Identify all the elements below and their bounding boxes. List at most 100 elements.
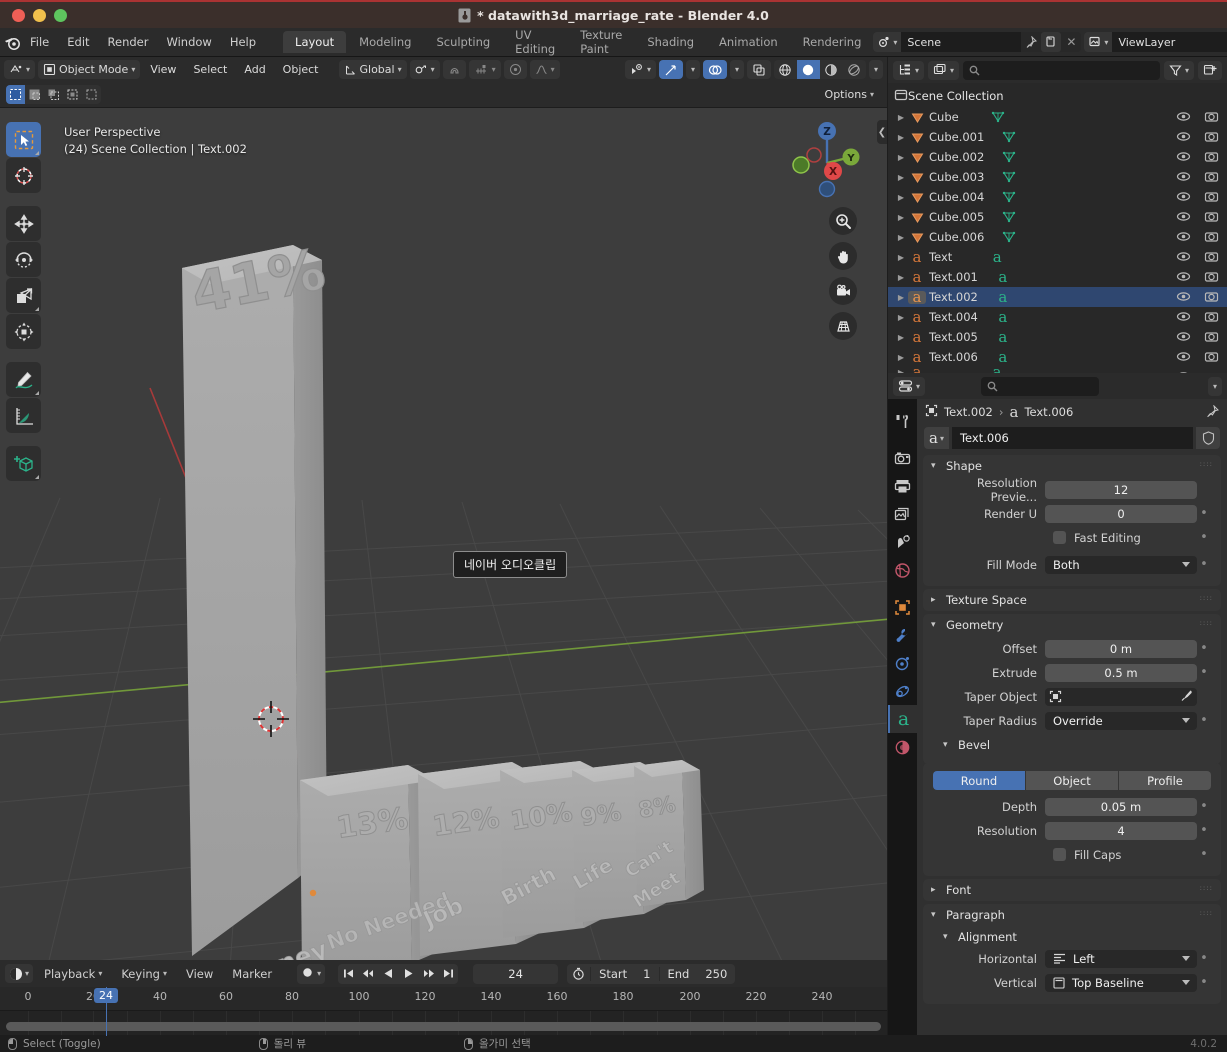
current-frame-field[interactable]: 24	[473, 963, 559, 984]
disable-in-render-icon[interactable]	[1204, 169, 1219, 187]
timeline-menu-view[interactable]: View	[178, 965, 221, 983]
fast-editing-checkbox[interactable]	[1053, 531, 1066, 544]
menu-edit[interactable]: Edit	[58, 32, 98, 52]
drag-handle-icon[interactable]: ::::	[1200, 595, 1213, 602]
disclosure-triangle-icon[interactable]: ▶	[894, 173, 908, 182]
frame-start-field[interactable]: Start 1	[591, 967, 658, 981]
blender-logo-icon[interactable]	[0, 34, 21, 51]
outliner-row-cube-005[interactable]: ▶ Cube.005	[888, 207, 1227, 227]
properties-content[interactable]: Text.002 › a Text.006 a ▾ Text.006 ▾ Sha…	[917, 399, 1227, 1052]
outliner-row-text-006[interactable]: ▶ a Text.006 a	[888, 347, 1227, 367]
disable-in-render-icon[interactable]	[1204, 289, 1219, 307]
disable-in-render-icon[interactable]	[1204, 109, 1219, 127]
disclosure-triangle-icon[interactable]: ▶	[894, 313, 908, 322]
disable-in-render-icon[interactable]	[1204, 149, 1219, 167]
outliner-display-mode-selector[interactable]: ▾	[928, 60, 960, 80]
viewport-menu-add[interactable]: Add	[237, 60, 272, 79]
animate-property-dot[interactable]: •	[1197, 848, 1211, 861]
animate-property-dot[interactable]: •	[1197, 976, 1211, 989]
outliner-row-cube[interactable]: ▶ Cube	[888, 107, 1227, 127]
offset-input[interactable]: 0 m	[1045, 639, 1197, 658]
tab-world[interactable]	[888, 556, 917, 584]
viewlayer-name-field[interactable]: ViewLayer	[1112, 32, 1227, 52]
outliner-row-text[interactable]: ▶ a Text a	[888, 247, 1227, 267]
drag-handle-icon[interactable]: ::::	[1200, 910, 1213, 917]
select-subtract-button[interactable]	[44, 85, 63, 104]
tab-scene[interactable]	[888, 528, 917, 556]
new-scene-button[interactable]	[1041, 32, 1062, 52]
disable-in-render-icon[interactable]	[1204, 269, 1219, 287]
disclosure-triangle-icon[interactable]: ▶	[894, 113, 908, 122]
disable-in-render-icon[interactable]	[1204, 129, 1219, 147]
tool-transform[interactable]	[6, 314, 41, 349]
menu-file[interactable]: File	[21, 32, 58, 52]
outliner-filter-button[interactable]: ▾	[1163, 60, 1194, 80]
workspace-tab-layout[interactable]: Layout	[283, 31, 347, 53]
disclosure-triangle-icon[interactable]: ▶	[894, 233, 908, 242]
workspace-tab-rendering[interactable]: Rendering	[791, 31, 874, 53]
bevel-type-round[interactable]: Round	[933, 771, 1026, 790]
tool-select-box[interactable]	[6, 122, 41, 157]
menu-help[interactable]: Help	[221, 32, 265, 52]
disable-in-render-icon[interactable]	[1204, 309, 1219, 327]
tool-cursor[interactable]	[6, 158, 41, 193]
tool-rotate[interactable]	[6, 242, 41, 277]
pan-hand-icon[interactable]	[829, 242, 857, 270]
resolution-preview-input[interactable]: 12	[1045, 480, 1197, 499]
jump-to-end-button[interactable]	[438, 964, 458, 984]
hide-in-viewport-icon[interactable]	[1176, 349, 1191, 367]
outliner-editor-type-selector[interactable]: ▾	[893, 60, 925, 80]
outliner-row-text-001[interactable]: ▶ a Text.001 a	[888, 267, 1227, 287]
scene-selector[interactable]: ▾ Scene ✕	[873, 32, 1082, 52]
breadcrumb-data-label[interactable]: Text.006	[1024, 405, 1073, 419]
viewlayer-browse-icon[interactable]: ▾	[1084, 32, 1113, 52]
outliner-row-text-002[interactable]: ▶ a Text.002 a	[888, 287, 1227, 307]
alignment-subpanel-header[interactable]: ▾ Alignment	[933, 926, 1211, 948]
animate-property-dot[interactable]: •	[1197, 952, 1211, 965]
outliner-scene-collection-row[interactable]: Scene Collection	[888, 85, 1227, 107]
pin-id-icon[interactable]	[1206, 404, 1219, 421]
tab-render[interactable]	[888, 444, 917, 472]
properties-options-dropdown[interactable]: ▾	[1207, 376, 1222, 396]
bevel-resolution-input[interactable]: 4	[1045, 821, 1197, 840]
outliner-row-text-005[interactable]: ▶ a Text.005 a	[888, 327, 1227, 347]
animate-property-dot[interactable]: •	[1197, 666, 1211, 679]
delete-scene-button[interactable]: ✕	[1061, 32, 1081, 52]
animate-property-dot[interactable]: •	[1197, 800, 1211, 813]
scene-browse-icon[interactable]: ▾	[873, 32, 902, 52]
sidebar-toggle-arrow[interactable]: ❮	[877, 120, 887, 144]
shading-material-preview-button[interactable]	[820, 60, 843, 79]
tab-modifiers[interactable]	[888, 621, 917, 649]
outliner-row-cube-002[interactable]: ▶ Cube.002	[888, 147, 1227, 167]
bevel-depth-input[interactable]: 0.05 m	[1045, 797, 1197, 816]
toggle-perspective-icon[interactable]	[829, 312, 857, 340]
viewport-canvas[interactable]: 41% 13% 12% 10% 9% 8% No Needed Job Birt…	[0, 108, 887, 960]
breadcrumb-object-label[interactable]: Text.002	[944, 405, 993, 419]
hide-in-viewport-icon[interactable]	[1176, 309, 1191, 327]
viewport-menu-select[interactable]: Select	[186, 60, 234, 79]
properties-editor-type-selector[interactable]: ▾	[893, 376, 926, 396]
select-invert-button[interactable]	[63, 85, 82, 104]
timeline-editor[interactable]: ▾ Playback ▾ Keying ▾ View Marker ▾ 24 S…	[0, 960, 887, 1037]
hide-in-viewport-icon[interactable]	[1176, 189, 1191, 207]
snap-options-button[interactable]: ▾	[468, 60, 501, 79]
datablock-name-field[interactable]: Text.006	[951, 427, 1193, 449]
properties-search-input[interactable]	[981, 376, 1100, 396]
drag-handle-icon[interactable]: ::::	[1200, 461, 1213, 468]
play-button[interactable]	[398, 964, 418, 984]
viewlayer-selector[interactable]: ▾ ViewLayer ✕	[1084, 32, 1227, 52]
select-set-button[interactable]	[6, 85, 25, 104]
jump-to-prev-keyframe-button[interactable]	[358, 964, 378, 984]
tab-output[interactable]	[888, 472, 917, 500]
gizmo-toggle-button[interactable]	[658, 60, 683, 79]
texture-space-panel-header[interactable]: ▸ Texture Space ::::	[923, 589, 1221, 611]
auto-keying-group[interactable]: ▾	[297, 963, 326, 984]
hide-in-viewport-icon[interactable]	[1176, 269, 1191, 287]
tool-annotate[interactable]	[6, 362, 41, 397]
camera-view-icon[interactable]	[829, 277, 857, 305]
timeline-menu-keying[interactable]: Keying ▾	[113, 965, 175, 983]
taper-object-input[interactable]	[1045, 687, 1197, 706]
tab-constraints[interactable]	[888, 677, 917, 705]
disclosure-triangle-icon[interactable]: ▶	[894, 273, 908, 282]
timeline-menu-marker[interactable]: Marker	[224, 965, 280, 983]
